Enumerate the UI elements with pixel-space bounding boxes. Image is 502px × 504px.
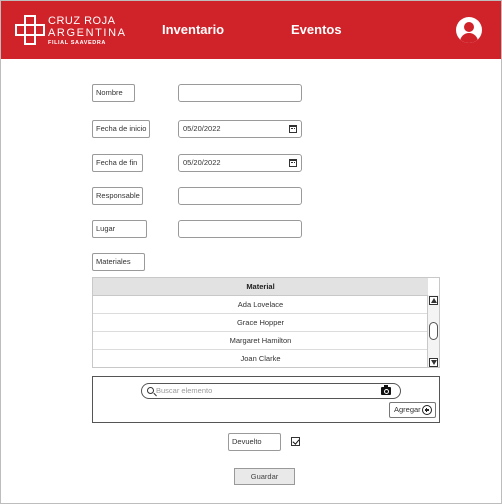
fecha-fin-label: Fecha de fin xyxy=(92,154,143,172)
fecha-fin-value: 05/20/2022 xyxy=(183,158,221,167)
lugar-label: Lugar xyxy=(92,220,147,238)
devuelto-label: Devuelto xyxy=(228,433,281,451)
scroll-up-icon[interactable] xyxy=(429,296,438,305)
top-header: CRUZ ROJA ARGENTINA FILIAL SAAVEDRA Inve… xyxy=(1,1,501,59)
scroll-down-icon[interactable] xyxy=(429,358,438,367)
table-row[interactable]: Joan Clarke xyxy=(93,350,428,367)
logo-line-3: FILIAL SAAVEDRA xyxy=(48,40,106,46)
agregar-button[interactable]: Agregar xyxy=(389,402,436,418)
fecha-inicio-input[interactable]: 05/20/2022 xyxy=(178,120,302,138)
fecha-fin-input[interactable]: 05/20/2022 xyxy=(178,154,302,172)
agregar-label: Agregar xyxy=(394,405,421,414)
fecha-inicio-value: 05/20/2022 xyxy=(183,124,221,133)
lugar-input[interactable] xyxy=(178,220,302,238)
nombre-input[interactable] xyxy=(178,84,302,102)
cruz-roja-logo[interactable]: CRUZ ROJA ARGENTINA FILIAL SAAVEDRA xyxy=(15,15,125,47)
fecha-inicio-label: Fecha de inicio xyxy=(92,120,150,138)
page-frame xyxy=(0,0,502,504)
search-input[interactable]: Buscar elemento xyxy=(141,383,401,399)
add-material-panel: Buscar elemento Agregar xyxy=(92,376,440,423)
nombre-label: Nombre xyxy=(92,84,135,102)
save-button[interactable]: Guardar xyxy=(234,468,295,485)
materials-table: Material Ada Lovelace Grace Hopper Marga… xyxy=(92,277,440,368)
materiales-label: Materiales xyxy=(92,253,145,271)
red-cross-icon xyxy=(15,15,45,45)
table-header-material: Material xyxy=(93,278,428,296)
logo-line-2: ARGENTINA xyxy=(48,27,127,39)
calendar-icon[interactable] xyxy=(289,159,297,167)
logo-line-1: CRUZ ROJA xyxy=(48,15,116,27)
search-icon xyxy=(147,387,154,394)
table-row[interactable]: Grace Hopper xyxy=(93,314,428,332)
scroll-thumb[interactable] xyxy=(429,322,438,340)
table-scrollbar[interactable] xyxy=(427,295,439,367)
search-placeholder: Buscar elemento xyxy=(156,386,213,395)
responsable-input[interactable] xyxy=(178,187,302,205)
table-row[interactable]: Ada Lovelace xyxy=(93,296,428,314)
logo-text: CRUZ ROJA ARGENTINA FILIAL SAAVEDRA xyxy=(48,16,127,47)
user-circle-icon[interactable] xyxy=(456,17,482,43)
camera-icon[interactable] xyxy=(381,385,391,395)
responsable-label: Responsable xyxy=(92,187,143,205)
nav-inventario[interactable]: Inventario xyxy=(162,22,224,37)
calendar-icon[interactable] xyxy=(289,125,297,133)
table-row[interactable]: Margaret Hamilton xyxy=(93,332,428,350)
nav-eventos[interactable]: Eventos xyxy=(291,22,342,37)
devuelto-checkbox[interactable] xyxy=(291,437,300,446)
plus-circle-icon xyxy=(422,405,432,415)
